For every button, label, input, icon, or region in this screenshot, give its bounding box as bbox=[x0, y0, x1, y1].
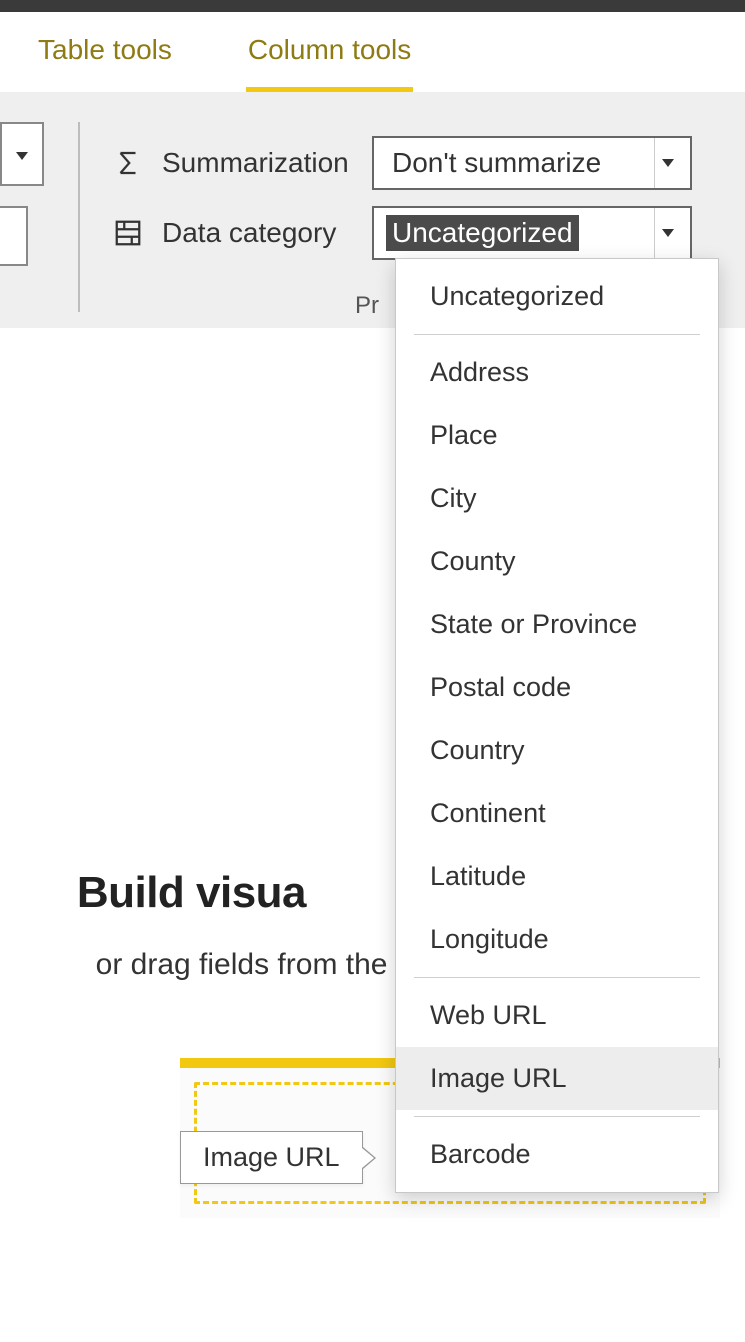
data-category-value: Uncategorized bbox=[386, 215, 579, 251]
dropdown-item-county[interactable]: County bbox=[396, 530, 718, 593]
data-category-dropdown[interactable]: Uncategorized AddressPlaceCityCountyState… bbox=[395, 258, 719, 1193]
tab-column-tools[interactable]: Column tools bbox=[210, 12, 449, 92]
dropdown-item-address[interactable]: Address bbox=[396, 341, 718, 404]
dropdown-separator bbox=[414, 1116, 700, 1117]
dropdown-item-country[interactable]: Country bbox=[396, 719, 718, 782]
dropdown-separator bbox=[414, 977, 700, 978]
summarization-combobox[interactable]: Don't summarize bbox=[372, 136, 692, 190]
dropdown-item-latitude[interactable]: Latitude bbox=[396, 845, 718, 908]
dropdown-item-place[interactable]: Place bbox=[396, 404, 718, 467]
button-fragment[interactable] bbox=[0, 206, 28, 266]
summarization-row: Summarization Don't summarize bbox=[108, 128, 692, 198]
canvas-title-left: Build visua bbox=[77, 868, 306, 917]
ribbon-group-label-fragment: Pr bbox=[355, 292, 379, 320]
dropdown-item-uncategorized[interactable]: Uncategorized bbox=[396, 265, 718, 328]
summarization-value: Don't summarize bbox=[386, 145, 607, 181]
chevron-down-icon bbox=[16, 144, 28, 165]
tab-table-tools[interactable]: Table tools bbox=[0, 12, 210, 92]
window-titlebar bbox=[0, 0, 745, 12]
drag-tooltip: Image URL bbox=[180, 1131, 363, 1184]
chevron-down-icon bbox=[654, 208, 680, 258]
dropdown-item-barcode[interactable]: Barcode bbox=[396, 1123, 718, 1186]
ribbon-tabs: Table tools Column tools bbox=[0, 12, 745, 92]
data-category-combobox[interactable]: Uncategorized bbox=[372, 206, 692, 260]
ribbon-left-fragment bbox=[0, 122, 50, 328]
dropdown-separator bbox=[414, 334, 700, 335]
dropdown-item-city[interactable]: City bbox=[396, 467, 718, 530]
category-icon bbox=[108, 213, 148, 253]
dropdown-item-continent[interactable]: Continent bbox=[396, 782, 718, 845]
dropdown-item-longitude[interactable]: Longitude bbox=[396, 908, 718, 971]
chevron-down-icon bbox=[654, 138, 680, 188]
dropdown-item-image-url[interactable]: Image URL bbox=[396, 1047, 718, 1110]
dropdown-item-postal-code[interactable]: Postal code bbox=[396, 656, 718, 719]
sigma-icon bbox=[108, 143, 148, 183]
dropdown-item-web-url[interactable]: Web URL bbox=[396, 984, 718, 1047]
summarization-label: Summarization bbox=[162, 147, 372, 179]
canvas-sub-left: or drag fields from the bbox=[96, 948, 388, 981]
data-category-label: Data category bbox=[162, 217, 372, 249]
dropdown-item-state-or-province[interactable]: State or Province bbox=[396, 593, 718, 656]
dropdown-fragment[interactable] bbox=[0, 122, 44, 186]
ribbon-separator bbox=[78, 122, 80, 312]
